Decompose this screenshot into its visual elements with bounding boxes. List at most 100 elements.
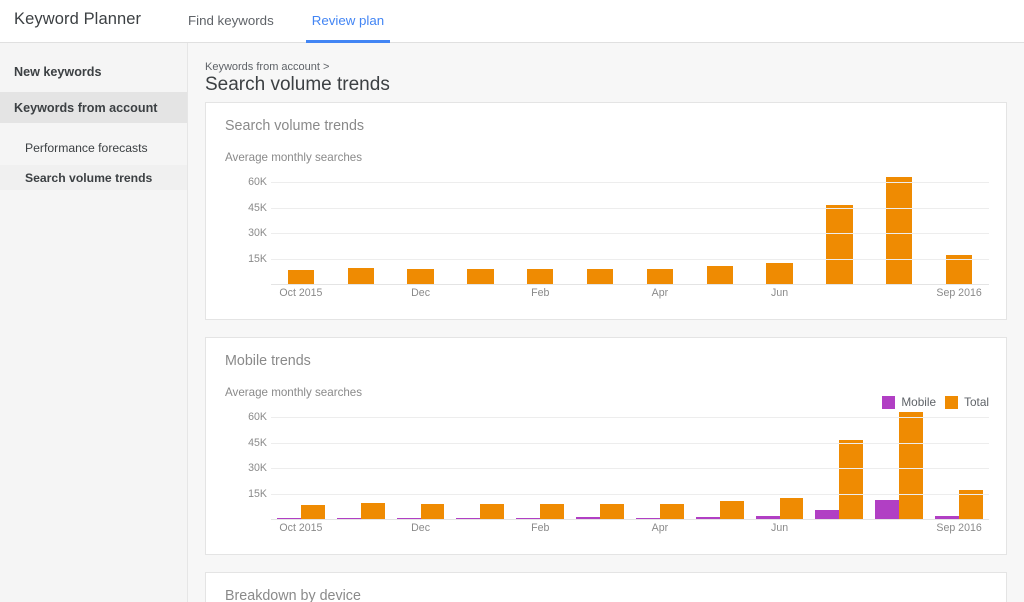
bar-slot[interactable] [630, 169, 690, 284]
bar-slot[interactable] [929, 404, 989, 519]
y-axis-tick-label: 30K [248, 227, 267, 240]
axis-baseline [271, 519, 989, 520]
bar-slot[interactable] [929, 169, 989, 284]
bar-total[interactable] [719, 500, 744, 519]
bar-total[interactable] [659, 504, 684, 519]
chart-search-volume-trends: 15K 30K 45K 60K Oct 2015 Dec Feb Apr Jun Sep 201… [225, 169, 989, 315]
bar-slot[interactable] [510, 404, 570, 519]
bar-total[interactable] [586, 269, 614, 284]
sidebar-item-search-volume-trends[interactable]: Search volume trends [0, 165, 187, 190]
bar-total[interactable] [646, 269, 674, 284]
bar-slot[interactable] [690, 404, 750, 519]
bar-slot[interactable] [391, 169, 451, 284]
bar-group [271, 169, 989, 284]
bar-total[interactable] [540, 504, 565, 519]
bar-total[interactable] [360, 502, 385, 519]
x-axis-tick-label: Oct 2015 [279, 287, 323, 299]
y-axis-tick-label: 15K [248, 253, 267, 266]
gridline [271, 442, 989, 444]
x-axis-tick-label: Feb [531, 522, 550, 534]
gridline [271, 259, 989, 261]
x-axis-tick-label: Oct 2015 [279, 522, 323, 534]
bar-total[interactable] [600, 504, 624, 519]
gridline [271, 494, 989, 496]
y-axis-tick-label: 45K [248, 436, 267, 449]
gridline [271, 181, 989, 183]
gridline [271, 207, 989, 209]
bar-total[interactable] [407, 268, 434, 284]
plot-area [271, 169, 989, 285]
bar-total[interactable] [826, 204, 853, 284]
x-axis-tick-label: Dec [411, 522, 430, 534]
gridline [271, 233, 989, 235]
bar-slot[interactable] [750, 169, 810, 284]
bar-total[interactable] [420, 503, 445, 519]
bar-total[interactable] [706, 265, 733, 284]
bar-total[interactable] [300, 505, 325, 519]
app-title: Keyword Planner [14, 10, 142, 28]
x-axis-tick-label: Apr [651, 522, 669, 534]
bar-slot[interactable] [570, 404, 630, 519]
bar-slot[interactable] [690, 169, 750, 284]
x-axis-tick-label: Sep 2016 [936, 522, 982, 534]
card-breakdown-by-device: Breakdown by device [205, 572, 1007, 602]
bar-total[interactable] [287, 270, 315, 284]
bar-slot[interactable] [510, 169, 570, 284]
bar-total[interactable] [480, 504, 505, 519]
bar-slot[interactable] [750, 404, 810, 519]
bar-slot[interactable] [450, 169, 510, 284]
x-axis-tick-label: Jun [771, 287, 789, 299]
sidebar-item-keywords-from-account[interactable]: Keywords from account [0, 92, 187, 123]
x-axis-tick-label: Feb [531, 287, 550, 299]
y-axis-labels: 15K 30K 45K 60K [225, 169, 271, 285]
axis-caption-average-monthly-searches-mobile: Average monthly searches [225, 386, 363, 399]
y-axis-labels: 15K 30K 45K 60K [225, 404, 271, 520]
bar-total[interactable] [467, 269, 494, 284]
bar-slot[interactable] [630, 404, 690, 519]
bar-slot[interactable] [391, 404, 451, 519]
x-axis-tick-label: Jun [771, 522, 789, 534]
x-axis-labels: Oct 2015 Dec Feb Apr Jun Sep 2016 [271, 287, 989, 303]
bar-total[interactable] [886, 177, 913, 284]
bar-slot[interactable] [271, 169, 331, 284]
y-axis-tick-label: 60K [248, 175, 267, 188]
main-content: Keywords from account > Search volume tr… [188, 43, 1024, 602]
axis-caption-average-monthly-searches: Average monthly searches [225, 151, 363, 164]
bar-total[interactable] [779, 498, 804, 519]
bar-slot[interactable] [331, 169, 391, 284]
bar-total[interactable] [766, 263, 793, 284]
bar-mobile[interactable] [815, 509, 840, 519]
tab-review-plan[interactable]: Review plan [305, 0, 391, 43]
page-title: Search volume trends [205, 74, 390, 95]
bar-slot[interactable] [450, 404, 510, 519]
sidebar-item-new-keywords[interactable]: New keywords [0, 56, 187, 87]
tab-find-keywords[interactable]: Find keywords [188, 0, 274, 43]
bar-slot[interactable] [809, 169, 869, 284]
y-axis-tick-label: 30K [248, 462, 267, 475]
bar-slot[interactable] [869, 169, 929, 284]
card-mobile-trends: Mobile trends Mobile Total Average month… [205, 337, 1007, 555]
bar-slot[interactable] [570, 169, 630, 284]
x-axis-labels: Oct 2015 Dec Feb Apr Jun Sep 2016 [271, 522, 989, 538]
breadcrumb[interactable]: Keywords from account > [205, 61, 329, 73]
bar-total[interactable] [347, 267, 374, 284]
bar-total[interactable] [527, 269, 554, 284]
bar-slot[interactable] [331, 404, 391, 519]
x-axis-tick-label: Sep 2016 [936, 287, 982, 299]
bar-total[interactable] [839, 439, 864, 519]
bar-mobile[interactable] [875, 500, 900, 519]
top-bar: Keyword Planner Find keywords Review pla… [0, 0, 1024, 43]
bar-slot[interactable] [271, 404, 331, 519]
bar-slot[interactable] [869, 404, 929, 519]
y-axis-tick-label: 15K [248, 488, 267, 501]
bar-slot[interactable] [809, 404, 869, 519]
keyword-planner-app: Keyword Planner Find keywords Review pla… [0, 0, 1024, 602]
card-title-mobile-trends: Mobile trends [225, 353, 311, 369]
y-axis-tick-label: 45K [248, 201, 267, 214]
card-title-search-volume-trends: Search volume trends [225, 118, 365, 134]
sidebar-item-performance-forecasts[interactable]: Performance forecasts [0, 135, 187, 160]
bar-total[interactable] [899, 412, 924, 519]
axis-baseline [271, 284, 989, 285]
x-axis-tick-label: Apr [651, 287, 669, 299]
chart-mobile-trends: 15K 30K 45K 60K Oct 2015 Dec Feb Apr Jun Sep 201… [225, 404, 989, 550]
